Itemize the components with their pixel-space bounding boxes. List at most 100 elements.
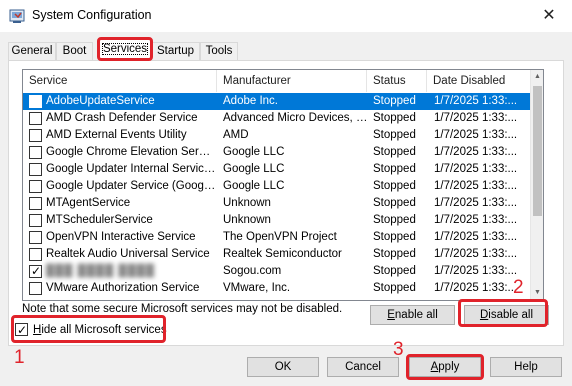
service-checkbox[interactable] bbox=[29, 180, 42, 193]
service-date-disabled: 1/7/2025 1:33:... bbox=[434, 197, 518, 209]
table-row[interactable]: MTSchedulerService Unknown Stopped 1/7/2025… bbox=[23, 212, 531, 229]
msconfig-app-icon bbox=[9, 8, 25, 24]
service-checkbox[interactable] bbox=[29, 231, 42, 244]
service-name: VMware Authorization Service bbox=[46, 282, 200, 294]
service-name: AMD Crash Defender Service bbox=[46, 112, 198, 124]
service-manufacturer: VMware, Inc. bbox=[223, 282, 291, 294]
service-date-disabled: 1/7/2025 1:33:... bbox=[434, 95, 518, 107]
tab-general[interactable]: General bbox=[8, 42, 56, 61]
service-manufacturer: The OpenVPN Project bbox=[223, 231, 337, 243]
table-row[interactable]: AdobeUpdateService Adobe Inc. Stopped 1/7/2… bbox=[23, 93, 531, 110]
service-status: Stopped bbox=[373, 129, 416, 141]
service-name: OpenVPN Interactive Service bbox=[46, 231, 196, 243]
service-checkbox[interactable] bbox=[29, 282, 42, 295]
vertical-scrollbar[interactable]: ▲ ▼ bbox=[530, 70, 543, 300]
secure-services-note: Note that some secure Microsoft services… bbox=[22, 303, 343, 315]
service-status: Stopped bbox=[373, 282, 416, 294]
service-checkbox[interactable] bbox=[29, 214, 42, 227]
service-checkbox[interactable] bbox=[29, 163, 42, 176]
window-title: System Configuration bbox=[32, 8, 152, 22]
service-checkbox[interactable] bbox=[29, 146, 42, 159]
service-name: MTAgentService bbox=[46, 197, 131, 209]
table-row[interactable]: AMD Crash Defender Service Advanced Micro… bbox=[23, 110, 531, 127]
table-row[interactable]: ███ ████ ████Sogou.comStopped1/7/2025 1:… bbox=[23, 263, 531, 280]
table-row[interactable]: OpenVPN Interactive Service The OpenVPN P… bbox=[23, 229, 531, 246]
hide-microsoft-services-check-icon[interactable] bbox=[15, 322, 28, 338]
services-list[interactable]: Service Manufacturer Status Date Disable… bbox=[22, 69, 544, 301]
column-header-service[interactable]: Service bbox=[23, 70, 217, 92]
table-row[interactable]: Google Updater Service (Google... Google … bbox=[23, 178, 531, 195]
service-status: Stopped bbox=[373, 112, 416, 124]
service-date-disabled: 1/7/2025 1:33:... bbox=[434, 163, 518, 175]
service-checkbox[interactable] bbox=[29, 129, 42, 142]
service-manufacturer: Unknown bbox=[223, 214, 271, 226]
service-name: MTSchedulerService bbox=[46, 214, 153, 226]
system-configuration-window: System Configuration ✕ General Boot Serv… bbox=[0, 0, 572, 386]
service-name: Google Updater Service (Google... bbox=[46, 180, 216, 192]
ok-button[interactable]: OK bbox=[247, 357, 319, 377]
service-date-disabled: 1/7/2025 1:33:... bbox=[434, 214, 518, 226]
table-row[interactable]: VMware Authorization Service VMware, Inc.… bbox=[23, 280, 531, 297]
list-header: Service Manufacturer Status Date Disable… bbox=[23, 70, 531, 92]
table-row[interactable]: MTAgentService Unknown Stopped 1/7/2025 1:3… bbox=[23, 195, 531, 212]
service-name: Google Chrome Elevation Servic... bbox=[46, 146, 216, 158]
service-checkbox[interactable] bbox=[29, 95, 42, 108]
service-manufacturer: Sogou.com bbox=[223, 265, 282, 277]
tab-tools[interactable]: Tools bbox=[200, 42, 238, 61]
column-header-status[interactable]: Status bbox=[367, 70, 427, 92]
service-manufacturer: AMD bbox=[223, 129, 249, 141]
service-status: Stopped bbox=[373, 197, 416, 209]
service-manufacturer: Realtek Semiconductor bbox=[223, 248, 342, 260]
service-name: Realtek Audio Universal Service bbox=[46, 248, 210, 260]
service-manufacturer: Google LLC bbox=[223, 180, 285, 192]
tab-startup[interactable]: Startup bbox=[151, 42, 200, 61]
service-manufacturer: Adobe Inc. bbox=[223, 95, 278, 107]
tab-boot[interactable]: Boot bbox=[56, 42, 93, 61]
service-manufacturer: Google LLC bbox=[223, 146, 285, 158]
close-window-button[interactable]: ✕ bbox=[526, 0, 572, 32]
cancel-button[interactable]: Cancel bbox=[327, 357, 399, 377]
service-status: Stopped bbox=[373, 214, 416, 226]
service-checkbox[interactable] bbox=[29, 248, 42, 261]
scroll-up-arrow-icon[interactable]: ▲ bbox=[531, 70, 543, 84]
scroll-down-arrow-icon[interactable]: ▼ bbox=[531, 286, 543, 300]
column-header-manufacturer[interactable]: Manufacturer bbox=[217, 70, 367, 92]
column-header-date-disabled[interactable]: Date Disabled bbox=[427, 70, 531, 92]
disable-all-button[interactable]: Disable all bbox=[464, 305, 549, 325]
table-row[interactable]: Realtek Audio Universal Service Realtek S… bbox=[23, 246, 531, 263]
service-date-disabled: 1/7/2025 1:33:... bbox=[434, 112, 518, 124]
service-name: ███ ████ ████ bbox=[46, 265, 156, 277]
close-icon: ✕ bbox=[542, 7, 556, 24]
service-date-disabled: 1/7/2025 1:33:... bbox=[434, 231, 518, 243]
service-manufacturer: Google LLC bbox=[223, 163, 285, 175]
service-status: Stopped bbox=[373, 265, 416, 277]
table-row[interactable]: Google Chrome Elevation Servic... Google … bbox=[23, 144, 531, 161]
tab-services[interactable]: Services bbox=[99, 38, 151, 61]
help-button[interactable]: Help bbox=[490, 357, 562, 377]
service-checkbox[interactable] bbox=[29, 265, 42, 278]
service-rows: AdobeUpdateService Adobe Inc. Stopped 1/7/2… bbox=[23, 93, 531, 297]
service-status: Stopped bbox=[373, 163, 416, 175]
apply-button[interactable]: Apply bbox=[409, 357, 481, 377]
service-checkbox[interactable] bbox=[29, 197, 42, 210]
service-name: AdobeUpdateService bbox=[46, 95, 155, 107]
service-status: Stopped bbox=[373, 146, 416, 158]
step3-number: 3 bbox=[393, 339, 404, 360]
service-manufacturer: Advanced Micro Devices, I... bbox=[223, 112, 368, 124]
service-date-disabled: 1/7/2025 1:33:... bbox=[434, 180, 518, 192]
title-bar: System Configuration ✕ bbox=[0, 0, 572, 32]
service-date-disabled: 1/7/2025 1:33:... bbox=[434, 146, 518, 158]
service-name: AMD External Events Utility bbox=[46, 129, 187, 141]
enable-all-button[interactable]: Enable all bbox=[370, 305, 455, 325]
step1-number: 1 bbox=[14, 347, 25, 368]
scrollbar-thumb[interactable] bbox=[533, 86, 542, 216]
service-manufacturer: Unknown bbox=[223, 197, 271, 209]
services-panel: Service Manufacturer Status Date Disable… bbox=[8, 60, 564, 346]
service-status: Stopped bbox=[373, 180, 416, 192]
service-checkbox[interactable] bbox=[29, 112, 42, 125]
table-row[interactable]: Google Updater Internal Service... Google… bbox=[23, 161, 531, 178]
service-name: Google Updater Internal Service... bbox=[46, 163, 216, 175]
table-row[interactable]: AMD External Events Utility AMD Stopped 1/7… bbox=[23, 127, 531, 144]
service-date-disabled: 1/7/2025 1:33:... bbox=[434, 248, 518, 260]
service-date-disabled: 1/7/2025 1:33:... bbox=[434, 129, 518, 141]
